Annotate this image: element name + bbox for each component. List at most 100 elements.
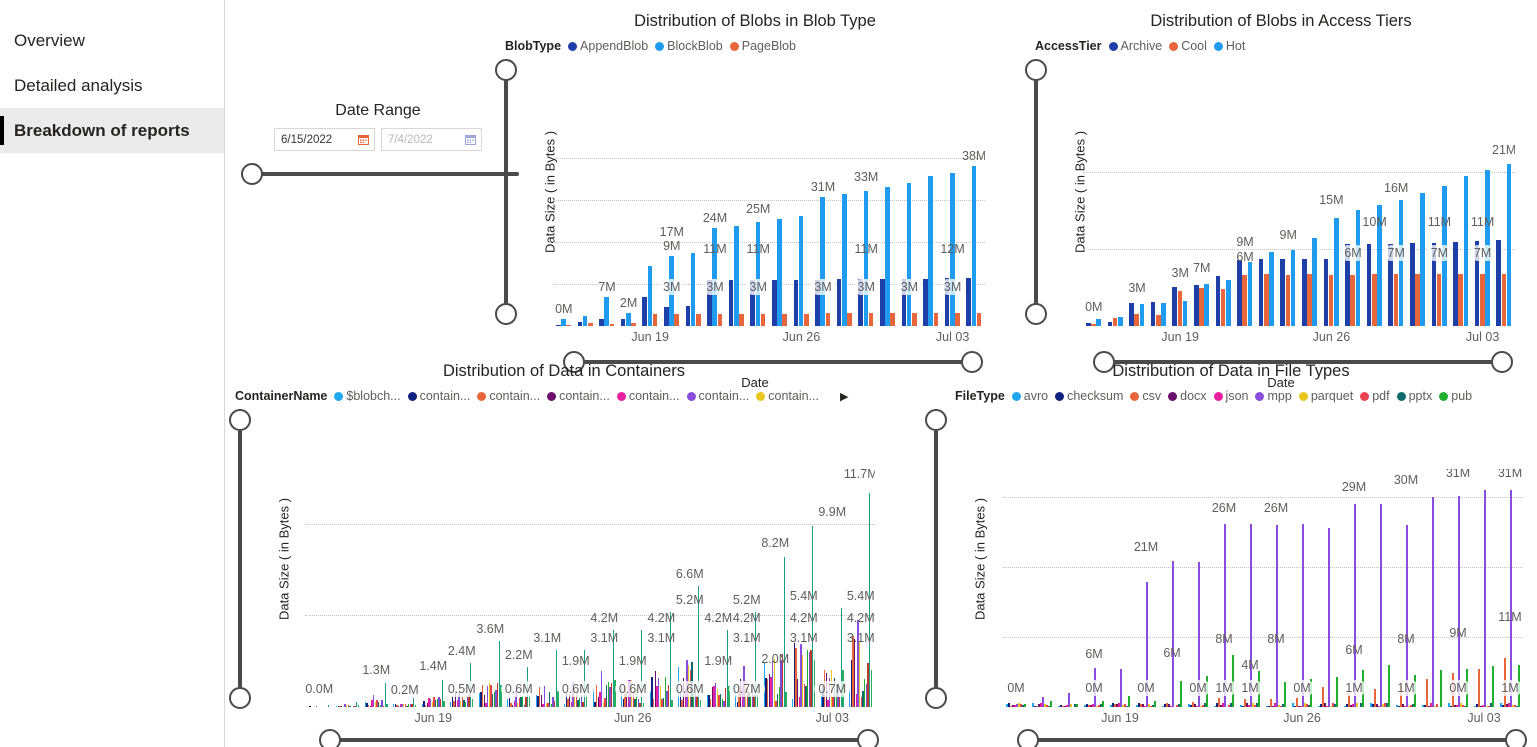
bar[interactable] xyxy=(1154,700,1157,707)
bar[interactable] xyxy=(1242,275,1247,326)
sidebar-item-detailed-analysis[interactable]: Detailed analysis xyxy=(0,63,224,108)
y-axis-handle-bottom[interactable] xyxy=(925,687,947,709)
chevron-right-icon[interactable]: ▶ xyxy=(840,390,848,403)
bar[interactable] xyxy=(1096,319,1101,326)
bar[interactable] xyxy=(1506,164,1512,326)
bar[interactable] xyxy=(386,703,388,707)
legend-item[interactable]: contain... xyxy=(756,389,819,403)
bar[interactable] xyxy=(1307,274,1312,326)
legend-item[interactable]: AppendBlob xyxy=(568,39,648,53)
bar[interactable] xyxy=(1091,323,1096,326)
bar[interactable] xyxy=(604,297,609,326)
bar[interactable] xyxy=(1194,285,1199,326)
y-axis-range-slider[interactable] xyxy=(1025,59,1047,325)
legend-item[interactable]: pptx xyxy=(1396,389,1432,403)
legend-item[interactable]: BlockBlob xyxy=(655,39,723,53)
bar[interactable] xyxy=(1492,666,1495,707)
bar[interactable] xyxy=(717,313,723,326)
bar[interactable] xyxy=(1458,273,1463,326)
bar[interactable] xyxy=(1161,302,1166,326)
bar[interactable] xyxy=(825,313,831,326)
sidebar-item-breakdown-of-reports[interactable]: Breakdown of reports xyxy=(0,108,224,153)
y-axis-range-slider[interactable] xyxy=(229,409,251,709)
bar[interactable] xyxy=(793,280,799,326)
bar[interactable] xyxy=(582,315,588,326)
bar[interactable] xyxy=(1453,241,1458,326)
date-end-field[interactable]: 7/4/2022 xyxy=(381,128,482,151)
bar[interactable] xyxy=(669,611,671,707)
bar[interactable] xyxy=(1134,314,1139,326)
bar[interactable] xyxy=(1432,497,1434,707)
bar[interactable] xyxy=(1264,274,1269,326)
bar[interactable] xyxy=(674,313,679,326)
bar[interactable] xyxy=(1333,218,1339,326)
bar[interactable] xyxy=(1107,322,1113,326)
y-axis-range-slider[interactable] xyxy=(495,59,517,325)
bar[interactable] xyxy=(1420,192,1425,326)
bar[interactable] xyxy=(642,702,645,707)
bar[interactable] xyxy=(1112,318,1118,326)
y-axis-handle-top[interactable] xyxy=(925,409,947,431)
bar[interactable] xyxy=(1237,260,1242,326)
bar[interactable] xyxy=(1050,700,1053,707)
bar[interactable] xyxy=(868,313,874,326)
bar[interactable] xyxy=(836,279,842,326)
legend-item[interactable]: contain... xyxy=(477,389,540,403)
bar[interactable] xyxy=(1215,275,1221,326)
bar[interactable] xyxy=(1024,704,1027,707)
legend-item[interactable]: contain... xyxy=(686,389,749,403)
bar[interactable] xyxy=(1225,279,1231,326)
bar[interactable] xyxy=(772,279,777,326)
bar[interactable] xyxy=(647,265,653,326)
x-axis-handle-right[interactable] xyxy=(1505,729,1527,747)
legend-item[interactable]: csv xyxy=(1130,389,1161,403)
bar[interactable] xyxy=(1102,701,1105,707)
bar[interactable] xyxy=(1128,695,1131,707)
bar[interactable] xyxy=(933,313,939,326)
x-axis-range-slider[interactable] xyxy=(319,729,879,747)
bar[interactable] xyxy=(1276,525,1278,707)
legend-item[interactable]: mpp xyxy=(1255,389,1292,403)
legend-item[interactable]: contain... xyxy=(547,389,610,403)
bar[interactable] xyxy=(755,222,761,326)
bar[interactable] xyxy=(1290,249,1296,326)
bar[interactable] xyxy=(1415,274,1420,326)
y-axis-handle-top[interactable] xyxy=(495,59,517,81)
bar[interactable] xyxy=(783,556,785,707)
bar[interactable] xyxy=(803,313,809,326)
legend-item[interactable]: pub xyxy=(1439,389,1472,403)
legend-item[interactable]: Hot xyxy=(1213,39,1245,53)
x-axis-handle-right[interactable] xyxy=(857,729,879,747)
bar[interactable] xyxy=(1398,200,1404,326)
bar[interactable] xyxy=(1204,284,1209,326)
legend-item[interactable]: PageBlob xyxy=(729,39,796,53)
bar[interactable] xyxy=(1393,274,1399,326)
bar[interactable] xyxy=(911,313,917,326)
bar[interactable] xyxy=(880,278,885,326)
bar[interactable] xyxy=(690,252,696,326)
bar[interactable] xyxy=(1302,258,1307,326)
bar[interactable] xyxy=(1285,275,1291,326)
legend-item[interactable]: pdf xyxy=(1360,389,1390,403)
bar[interactable] xyxy=(1388,665,1391,707)
x-axis-handle-left[interactable] xyxy=(1017,729,1039,747)
bar[interactable] xyxy=(1247,262,1253,326)
bar[interactable] xyxy=(976,313,982,326)
bar[interactable] xyxy=(1355,210,1361,326)
bar[interactable] xyxy=(609,323,615,326)
bar[interactable] xyxy=(890,313,895,326)
bar[interactable] xyxy=(1354,504,1356,707)
y-axis-handle-bottom[interactable] xyxy=(229,687,251,709)
x-axis-handle-left[interactable] xyxy=(319,729,341,747)
legend-item[interactable]: Archive xyxy=(1108,39,1162,53)
bar[interactable] xyxy=(1484,490,1486,707)
bar[interactable] xyxy=(966,277,971,326)
bar[interactable] xyxy=(1458,495,1460,707)
bar[interactable] xyxy=(1129,302,1134,326)
bar[interactable] xyxy=(1436,274,1442,326)
bar[interactable] xyxy=(1328,275,1334,326)
bar[interactable] xyxy=(528,697,531,707)
bar[interactable] xyxy=(785,691,787,707)
bar[interactable] xyxy=(820,197,825,326)
bar[interactable] xyxy=(587,323,593,326)
